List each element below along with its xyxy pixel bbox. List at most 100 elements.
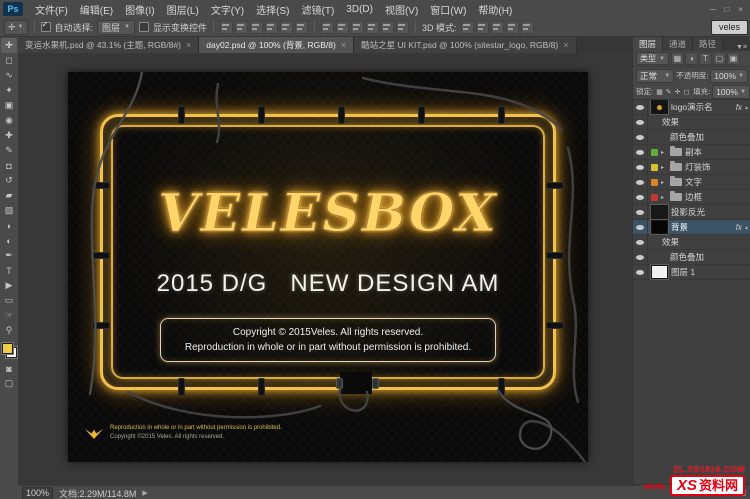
ps-logo[interactable]: Ps [3, 2, 23, 16]
workspace-switcher[interactable]: veles [711, 20, 748, 35]
eraser-tool[interactable]: ▰ [1, 188, 17, 203]
eye-cell[interactable] [633, 205, 648, 219]
menu-item[interactable]: 窗口(W) [424, 0, 472, 18]
menu-item[interactable]: 3D(D) [340, 0, 379, 18]
crop-tool[interactable]: ▣ [1, 98, 17, 113]
layer-row[interactable]: 颜色叠加 [633, 250, 750, 265]
menu-item[interactable]: 帮助(H) [472, 0, 518, 18]
tab-close-icon[interactable]: × [563, 40, 568, 50]
layer-row[interactable]: 效果 [633, 115, 750, 130]
menu-item[interactable]: 滤镜(T) [296, 0, 341, 18]
tab-channels[interactable]: 通道 [663, 36, 693, 51]
eye-cell[interactable] [633, 235, 648, 249]
pixel-layer-filter-icon[interactable]: ▦ [671, 52, 684, 65]
layer-row[interactable]: ▸边框 [633, 190, 750, 205]
document-tab[interactable]: day02.psd @ 100% (背景, RGB/8)× [199, 36, 354, 53]
tab-paths[interactable]: 路径 [693, 36, 723, 51]
adjustment-layer-filter-icon[interactable]: ◑ [685, 52, 698, 65]
distribute-vcenter-icon[interactable] [336, 21, 349, 34]
eye-cell[interactable] [633, 130, 648, 144]
brush-tool[interactable]: ✎ [1, 143, 17, 158]
filter-type-dropdown[interactable]: 类型 ▼ [636, 52, 669, 65]
eye-cell[interactable] [633, 175, 648, 189]
fx-badge[interactable]: fx [736, 103, 742, 112]
foreground-swatch[interactable] [2, 343, 13, 354]
minimize-icon[interactable]: ─ [710, 5, 716, 14]
canvas-area[interactable]: VELESBOX 2015 D/G NEW DESIGN AM Copyrigh… [18, 53, 632, 485]
align-top-edges-icon[interactable] [220, 21, 233, 34]
layer-row[interactable]: 投影反光 [633, 205, 750, 220]
zoom-field[interactable]: 100% [22, 487, 53, 499]
pen-tool[interactable]: ✒ [1, 248, 17, 263]
auto-select-target-dropdown[interactable]: 图层 ▼ [97, 20, 135, 35]
eye-cell[interactable] [633, 190, 648, 204]
layer-row[interactable]: ▸副本 [633, 145, 750, 160]
fx-badge[interactable]: fx [736, 223, 742, 232]
lock-pixels-icon[interactable]: ✎ [664, 87, 673, 97]
distribute-right-icon[interactable] [396, 21, 409, 34]
menu-item[interactable]: 编辑(E) [74, 0, 119, 18]
history-brush-tool[interactable]: ↺ [1, 173, 17, 188]
rectangular-marquee-tool[interactable]: ◻ [1, 53, 17, 68]
type-layer-filter-icon[interactable]: T [699, 52, 712, 65]
blend-mode-select[interactable]: 正常 ▼ [636, 69, 674, 83]
expander-icon[interactable]: ▸ [661, 164, 667, 171]
menu-item[interactable]: 文字(Y) [205, 0, 250, 18]
eye-cell[interactable] [633, 250, 648, 264]
distribute-top-icon[interactable] [321, 21, 334, 34]
layer-row[interactable]: ▸文字 [633, 175, 750, 190]
align-vertical-centers-icon[interactable] [235, 21, 248, 34]
tab-close-icon[interactable]: × [186, 40, 191, 50]
shape-layer-filter-icon[interactable]: ▢ [713, 52, 726, 65]
tab-close-icon[interactable]: × [341, 40, 346, 50]
align-right-edges-icon[interactable] [295, 21, 308, 34]
shape-tool[interactable]: ▭ [1, 293, 17, 308]
menu-item[interactable]: 选择(S) [250, 0, 295, 18]
layer-row[interactable]: 图层 1 [633, 265, 750, 280]
path-selection-tool[interactable]: ▶ [1, 278, 17, 293]
align-bottom-edges-icon[interactable] [250, 21, 263, 34]
tab-layers[interactable]: 图层 [633, 36, 663, 51]
3d-slide-icon[interactable] [506, 21, 519, 34]
clone-stamp-tool[interactable]: ◘ [1, 158, 17, 173]
expander-icon[interactable]: ▸ [661, 194, 667, 201]
menu-item[interactable]: 图层(L) [161, 0, 205, 18]
panel-menu-icon[interactable]: ▼≡ [736, 44, 750, 51]
restore-icon[interactable]: □ [724, 5, 729, 14]
eye-cell[interactable] [633, 145, 648, 159]
eye-cell[interactable] [633, 160, 648, 174]
lock-position-icon[interactable]: ✛ [673, 87, 682, 97]
hand-tool[interactable]: ☞ [1, 308, 17, 323]
layer-row[interactable]: ▸灯装饰 [633, 160, 750, 175]
layer-row[interactable]: 背景fx▴ [633, 220, 750, 235]
align-horizontal-centers-icon[interactable] [280, 21, 293, 34]
fx-caret-icon[interactable]: ▴ [745, 224, 748, 231]
document-tab[interactable]: 酷站之星 UI KIT.psd @ 100% (sitestar_logo, R… [354, 36, 576, 53]
screen-mode-icon[interactable]: ▢ [1, 376, 17, 391]
3d-roll-icon[interactable] [476, 21, 489, 34]
menu-item[interactable]: 图像(I) [119, 0, 160, 18]
blur-tool[interactable]: ◗ [1, 218, 17, 233]
zoom-tool[interactable]: ⚲ [1, 323, 17, 338]
type-tool[interactable]: T [1, 263, 17, 278]
3d-scale-icon[interactable] [521, 21, 534, 34]
eye-cell[interactable] [633, 115, 648, 129]
lock-transparency-icon[interactable]: ▦ [655, 87, 664, 97]
lasso-tool[interactable]: ∿ [1, 68, 17, 83]
eye-cell[interactable] [633, 220, 648, 234]
quick-mask-icon[interactable]: ◙ [1, 361, 17, 376]
document-tab[interactable]: 变运水果机.psd @ 43.1% (主题, RGB/8#)× [18, 36, 199, 53]
eyedropper-tool[interactable]: ◉ [1, 113, 17, 128]
lock-all-icon[interactable]: ◻ [682, 87, 691, 97]
layer-row[interactable]: 效果 [633, 235, 750, 250]
expander-icon[interactable]: ▸ [661, 149, 667, 156]
expander-icon[interactable]: ▸ [661, 179, 667, 186]
align-left-edges-icon[interactable] [265, 21, 278, 34]
eye-cell[interactable] [633, 100, 648, 114]
move-tool[interactable]: ✛ [1, 38, 17, 53]
tool-preset-dropdown[interactable]: ✛ ▼ [4, 20, 28, 35]
show-transform-checkbox[interactable] [139, 22, 149, 32]
layer-row[interactable]: 颜色叠加 [633, 130, 750, 145]
3d-drag-icon[interactable] [491, 21, 504, 34]
artwork[interactable]: VELESBOX 2015 D/G NEW DESIGN AM Copyrigh… [68, 72, 588, 462]
